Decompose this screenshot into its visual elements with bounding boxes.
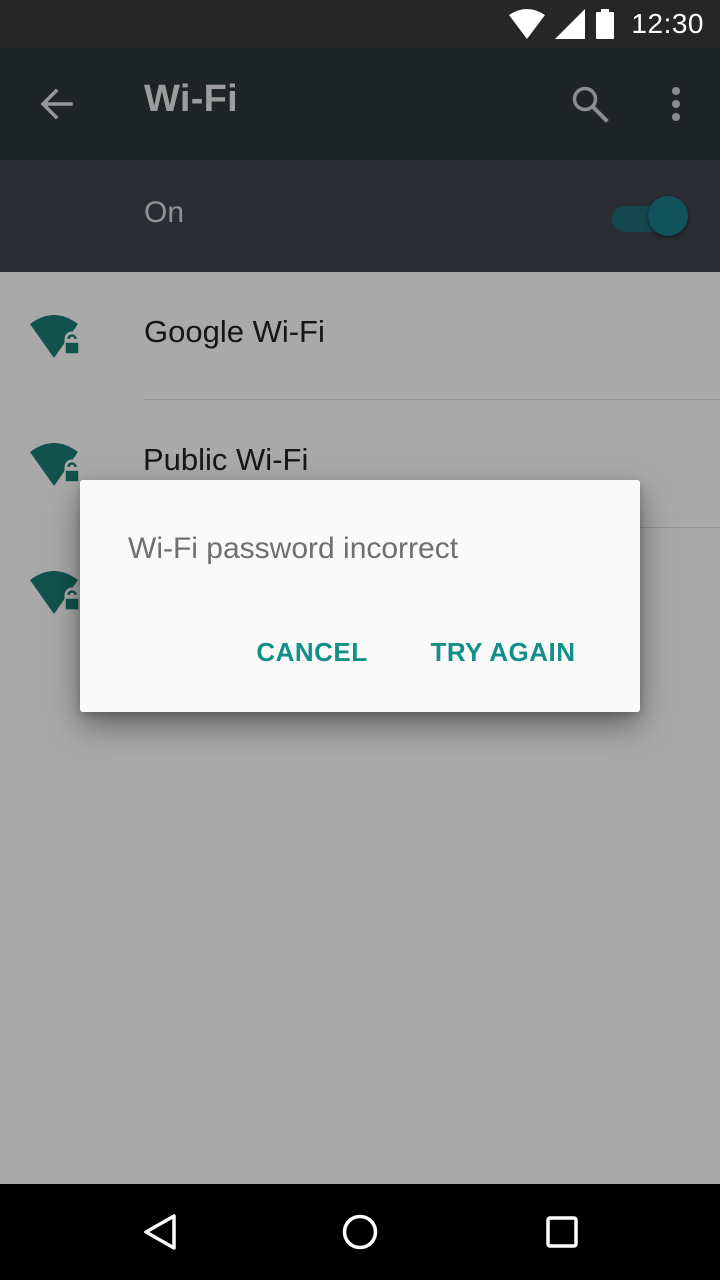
- nav-home-button[interactable]: [330, 1202, 390, 1262]
- wifi-signal-icon: [509, 9, 546, 39]
- password-error-dialog: Wi-Fi password incorrect CANCEL TRY AGAI…: [80, 480, 640, 712]
- nav-recents-icon: [546, 1216, 578, 1248]
- nav-back-button[interactable]: [130, 1202, 190, 1262]
- screen: 12:30 Wi-Fi On Google Wi-Fi Public Wi-Fi…: [0, 0, 720, 1280]
- try-again-button[interactable]: TRY AGAIN: [422, 624, 584, 680]
- status-bar: 12:30: [0, 0, 720, 48]
- status-time: 12:30: [631, 8, 704, 39]
- battery-icon: [596, 9, 615, 39]
- cell-signal-icon: [555, 9, 586, 39]
- navigation-bar: [0, 1184, 720, 1280]
- cancel-button[interactable]: CANCEL: [248, 624, 376, 680]
- dialog-message: Wi-Fi password incorrect: [128, 532, 459, 565]
- nav-home-icon: [342, 1214, 378, 1250]
- nav-back-icon: [144, 1214, 176, 1250]
- nav-recents-button[interactable]: [532, 1202, 592, 1262]
